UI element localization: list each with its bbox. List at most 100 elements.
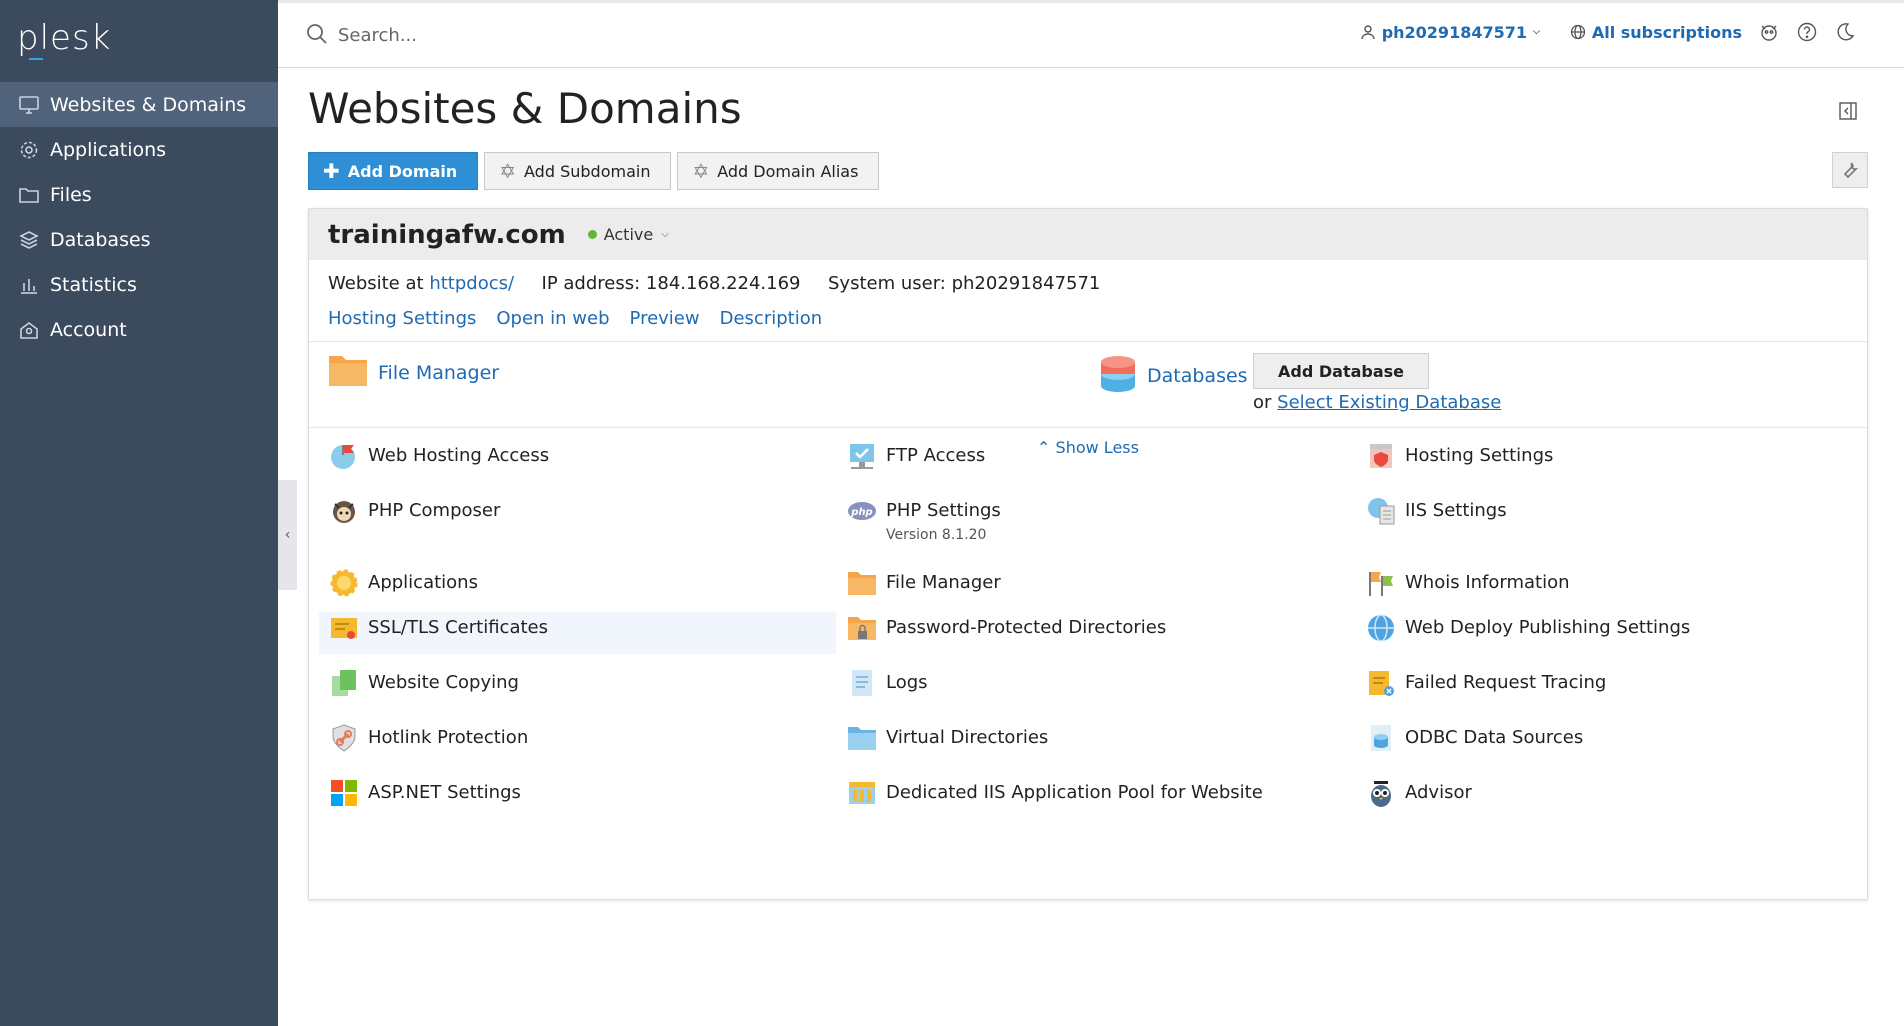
plus-icon: ✚ (323, 159, 340, 183)
file-manager-link[interactable]: File Manager (378, 362, 499, 384)
tool-label: Password-Protected Directories (886, 617, 1167, 638)
chevron-left-icon: ‹ (284, 527, 291, 543)
tool-ssl-tls-certificates[interactable]: SSL/TLS Certificates (319, 612, 836, 654)
stack-icon (18, 229, 40, 251)
databases-link[interactable]: Databases (1147, 365, 1248, 387)
tool-label: Hosting Settings (1405, 445, 1554, 466)
tools-button[interactable] (1832, 152, 1868, 188)
status-dropdown[interactable]: Active ⌵ (587, 225, 669, 244)
preview-link[interactable]: Preview (630, 308, 700, 329)
tool-label: SSL/TLS Certificates (368, 617, 548, 638)
tool-applications[interactable]: Applications (328, 567, 478, 599)
subscriptions-link[interactable]: All subscriptions (1570, 23, 1742, 42)
search-input[interactable] (336, 17, 940, 53)
sidebar-item-account[interactable]: Account (0, 307, 278, 352)
svg-text:php: php (850, 507, 872, 518)
ip-value: 184.168.224.169 (645, 273, 801, 294)
plesk-logo[interactable]: plesk (17, 18, 111, 58)
tool-aspnet-settings[interactable]: ASP.NET Settings (328, 777, 521, 809)
tool-dedicated-iis-app-pool[interactable]: Dedicated IIS Application Pool for Websi… (846, 777, 1263, 809)
domain-quick-links: Hosting Settings Open in web Preview Des… (328, 308, 822, 329)
tool-label: Logs (886, 672, 928, 693)
logs-icon (846, 667, 878, 699)
chevron-down-icon: ⌵ (1533, 27, 1540, 37)
sun-gear-icon (328, 567, 360, 599)
select-existing-database-link[interactable]: Select Existing Database (1277, 392, 1501, 413)
globe-icon (1570, 24, 1585, 40)
user-menu[interactable]: ph20291847571 ⌵ (1360, 23, 1540, 42)
tool-logs[interactable]: Logs (846, 667, 928, 699)
sidebar-item-websites-domains[interactable]: Websites & Domains (0, 82, 278, 127)
add-subdomain-button[interactable]: ✡ Add Subdomain (484, 152, 672, 190)
tool-failed-request-tracing[interactable]: Failed Request Tracing (1365, 667, 1606, 699)
website-at-label: Website at (328, 273, 424, 294)
page-title: Websites & Domains (308, 84, 742, 133)
ftp-icon (846, 440, 878, 472)
tool-hosting-settings[interactable]: Hosting Settings (1365, 440, 1553, 472)
tool-password-protected-directories[interactable]: Password-Protected Directories (846, 612, 1166, 644)
divider (309, 427, 1867, 428)
show-less-label: Show Less (1055, 438, 1139, 457)
domain-card: trainingafw.com Active ⌵ Website at http… (308, 208, 1868, 900)
php-version: Version 8.1.20 (886, 527, 987, 543)
mascot-icon[interactable] (1758, 21, 1780, 43)
sidebar-item-files[interactable]: Files (0, 172, 278, 217)
add-database-button[interactable]: Add Database (1253, 353, 1430, 389)
chevron-down-icon: ⌵ (661, 229, 669, 240)
file-manager-shortcut[interactable]: File Manager (328, 352, 499, 393)
tracing-icon (1365, 667, 1397, 699)
tool-virtual-directories[interactable]: Virtual Directories (846, 722, 1048, 754)
sidebar-collapse-handle[interactable]: ‹ (278, 480, 297, 590)
dark-mode-icon[interactable] (1834, 21, 1856, 43)
add-subdomain-label: Add Subdomain (524, 161, 651, 181)
sidebar-item-label: Account (50, 318, 127, 341)
copy-icon (328, 667, 360, 699)
tool-whois-information[interactable]: Whois Information (1365, 567, 1570, 599)
shield-link-icon (328, 722, 360, 754)
tool-php-settings[interactable]: php PHP Settings Version 8.1.20 (846, 495, 1001, 543)
sidebar-item-databases[interactable]: Databases (0, 217, 278, 262)
sidebar-item-applications[interactable]: Applications (0, 127, 278, 172)
aspnet-icon (328, 777, 360, 809)
tool-odbc-data-sources[interactable]: ODBC Data Sources (1365, 722, 1583, 754)
tool-hotlink-protection[interactable]: Hotlink Protection (328, 722, 528, 754)
docroot-link[interactable]: httpdocs/ (429, 273, 514, 294)
add-domain-alias-button[interactable]: ✡ Add Domain Alias (677, 152, 880, 190)
tool-iis-settings[interactable]: IIS Settings (1365, 495, 1507, 527)
wrench-icon (1843, 162, 1859, 179)
monitor-icon (18, 94, 40, 116)
add-domain-button[interactable]: ✚ Add Domain (308, 152, 479, 190)
databases-shortcut[interactable]: Databases (1099, 352, 1248, 399)
hosting-settings-icon (1365, 440, 1397, 472)
iis-icon (1365, 495, 1397, 527)
tool-label: File Manager (886, 572, 1001, 593)
tool-website-copying[interactable]: Website Copying (328, 667, 519, 699)
plus-icon: ✡ (692, 159, 710, 183)
help-icon[interactable] (1796, 21, 1818, 43)
tool-web-hosting-access[interactable]: Web Hosting Access (328, 440, 549, 472)
tool-file-manager[interactable]: File Manager (846, 567, 1001, 599)
open-in-web-link[interactable]: Open in web (496, 308, 609, 329)
sidebar-item-label: Databases (50, 228, 151, 251)
tool-web-deploy-publishing-settings[interactable]: Web Deploy Publishing Settings (1365, 612, 1690, 644)
tool-advisor[interactable]: Advisor (1365, 777, 1472, 809)
search-icon (306, 23, 328, 49)
status-dot (587, 230, 597, 239)
domain-name[interactable]: trainingafw.com (328, 220, 566, 250)
owl-icon (1365, 777, 1397, 809)
certificate-icon (328, 612, 360, 644)
hosting-settings-link[interactable]: Hosting Settings (328, 308, 476, 329)
globe-flag-icon (328, 440, 360, 472)
tool-ftp-access[interactable]: FTP Access (846, 440, 985, 472)
tool-label: Applications (368, 572, 478, 593)
top-bar: ph20291847571 ⌵ All subscriptions (278, 0, 1904, 68)
sidebar-item-statistics[interactable]: Statistics (0, 262, 278, 307)
php-icon: php (846, 495, 878, 527)
logo-accent (29, 58, 43, 60)
tool-label: Dedicated IIS Application Pool for Websi… (886, 782, 1263, 803)
description-link[interactable]: Description (720, 308, 823, 329)
domain-card-header: trainingafw.com Active ⌵ (309, 209, 1867, 260)
tool-php-composer[interactable]: PHP Composer (328, 495, 500, 527)
panel-toggle-icon[interactable] (1838, 101, 1860, 123)
tool-label: Whois Information (1405, 572, 1570, 593)
